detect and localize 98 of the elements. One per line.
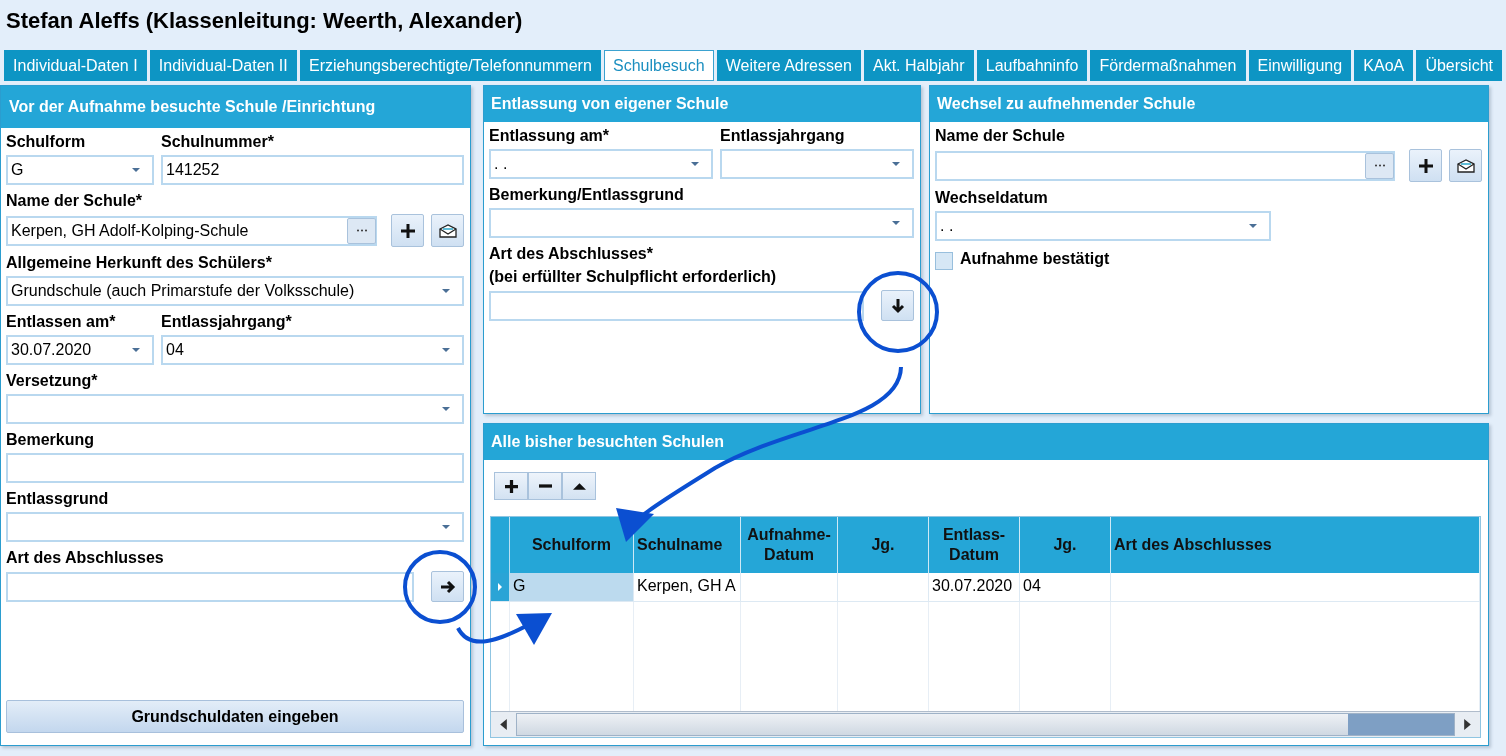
field-label: Schulnummer* (161, 132, 275, 152)
text-field[interactable] (6, 571, 414, 602)
dropdown-caret-icon (132, 348, 140, 352)
field-label: Entlassjahrgang (720, 126, 846, 146)
field-label: Entlassung am* (489, 126, 611, 146)
table-cell: 30.07.2020 (929, 573, 1020, 601)
tab[interactable]: Einwilligung (1248, 50, 1352, 81)
dropdown-field[interactable]: 30.07.2020 (6, 335, 154, 365)
enter-data-button[interactable]: Grundschuldaten eingeben (6, 700, 464, 733)
field-label: Art des Abschlusses (6, 548, 165, 568)
field-label: Allgemeine Herkunft des Schülers* (6, 253, 273, 273)
plus-icon (1418, 158, 1433, 173)
dropdown-caret-icon (442, 407, 450, 411)
field-label: Schulform (6, 132, 87, 152)
ellipsis-icon (355, 229, 368, 232)
text-field[interactable] (489, 290, 864, 321)
add-button[interactable] (1409, 149, 1442, 182)
dropdown-field[interactable]: . . (935, 211, 1271, 241)
field-label: Entlassjahrgang* (161, 312, 293, 332)
dropdown-caret-icon (892, 162, 900, 166)
dropdown-field[interactable]: G (6, 155, 154, 185)
dropdown-field[interactable] (6, 394, 464, 424)
dropdown-field[interactable]: 04 (161, 335, 464, 365)
lookup-field[interactable]: Kerpen, GH Adolf-Kolping-Schule (6, 215, 377, 246)
envelope-icon (438, 223, 457, 238)
lookup-field[interactable] (935, 150, 1395, 181)
column-header[interactable]: Aufnahme-Datum (741, 517, 838, 573)
scroll-right-icon[interactable] (1464, 719, 1471, 730)
column-header[interactable]: Jg. (1020, 517, 1111, 573)
panel-header: Wechsel zu aufnehmender Schule (930, 86, 1488, 122)
tab[interactable]: KAoA (1354, 50, 1414, 81)
transfer-button[interactable] (881, 290, 914, 321)
tab[interactable]: Erziehungsberechtigte/Telefonnummern (299, 50, 601, 81)
transfer-button[interactable] (431, 571, 464, 602)
checkbox-label: Aufnahme bestätigt (960, 249, 1110, 269)
field-label: Entlassgrund (6, 489, 110, 509)
dropdown-caret-icon (132, 168, 140, 172)
dropdown-field[interactable] (6, 512, 464, 542)
minus-icon (538, 484, 552, 488)
dropdown-caret-icon (1249, 224, 1257, 228)
browse-button[interactable] (1365, 152, 1394, 179)
field-note: (bei erfüllter Schulpflicht erforderlich) (489, 267, 778, 287)
field-label: Bemerkung (6, 430, 96, 450)
right-arrow-icon (439, 579, 456, 594)
dropdown-caret-icon (442, 348, 450, 352)
column-header[interactable]: Entlass-Datum (929, 517, 1020, 573)
remove-button[interactable] (528, 472, 562, 500)
dropdown-caret-icon (442, 289, 450, 293)
scroll-left-icon[interactable] (500, 719, 507, 730)
mail-button[interactable] (431, 214, 464, 247)
tab[interactable]: Fördermaßnahmen (1090, 50, 1246, 81)
move-up-button[interactable] (562, 472, 596, 500)
checkbox[interactable] (935, 251, 953, 270)
panel-header: Vor der Aufnahme besuchte Schule /Einrichtung (1, 86, 470, 128)
table-cell: G (510, 573, 634, 601)
field-label: Entlassen am* (6, 312, 117, 332)
dropdown-field[interactable]: . . (489, 149, 713, 179)
tab[interactable]: Individual-Daten I (4, 50, 147, 81)
dropdown-field[interactable] (720, 149, 914, 179)
tab[interactable]: Schulbesuch (603, 50, 714, 81)
field-label: Name der Schule (935, 126, 1066, 146)
column-header[interactable]: Art des Abschlusses (1111, 517, 1480, 573)
field-label: Versetzung* (6, 371, 99, 391)
table-cell: 04 (1020, 573, 1111, 601)
dropdown-caret-icon (892, 221, 900, 225)
browse-button[interactable] (347, 217, 376, 244)
field-label: Wechseldatum (935, 188, 1049, 208)
tab[interactable]: Übersicht (1416, 50, 1503, 81)
dropdown-caret-icon (691, 162, 699, 166)
dropdown-field[interactable]: Grundschule (auch Primarstufe der Volksschule) (6, 276, 464, 306)
tab[interactable]: Laufbahninfo (976, 50, 1088, 81)
down-arrow-icon (890, 297, 905, 314)
plus-icon (504, 479, 518, 493)
field-label: Bemerkung/Entlassgrund (489, 185, 685, 205)
ellipsis-icon (1373, 164, 1386, 167)
current-row-icon (498, 583, 502, 591)
tab[interactable]: Individual-Daten II (149, 50, 297, 81)
caret-up-icon (572, 482, 586, 490)
field-label: Art des Abschlusses* (489, 244, 654, 264)
table-cell: Kerpen, GH A (634, 573, 741, 601)
panel-header: Entlassung von eigener Schule (484, 86, 920, 122)
panel-header: Alle bisher besuchten Schulen (484, 424, 1488, 460)
add-button[interactable] (391, 214, 424, 247)
add-button[interactable] (494, 472, 528, 500)
horizontal-scrollbar[interactable] (491, 711, 1480, 737)
tab[interactable]: Akt. Halbjahr (863, 50, 974, 81)
window-title: Stefan Aleffs (Klassenleitung: Weerth, Alexander) (5, 7, 524, 35)
plus-icon (400, 223, 415, 238)
envelope-icon (1456, 158, 1475, 173)
text-field[interactable]: 141252 (161, 155, 464, 185)
text-field[interactable] (6, 453, 464, 483)
dropdown-caret-icon (442, 525, 450, 529)
scroll-thumb[interactable] (1348, 714, 1454, 735)
field-label: Name der Schule* (6, 191, 144, 211)
tab[interactable]: Weitere Adressen (716, 50, 861, 81)
column-header[interactable]: Jg. (838, 517, 929, 573)
dropdown-field[interactable] (489, 208, 914, 238)
mail-button[interactable] (1449, 149, 1482, 182)
